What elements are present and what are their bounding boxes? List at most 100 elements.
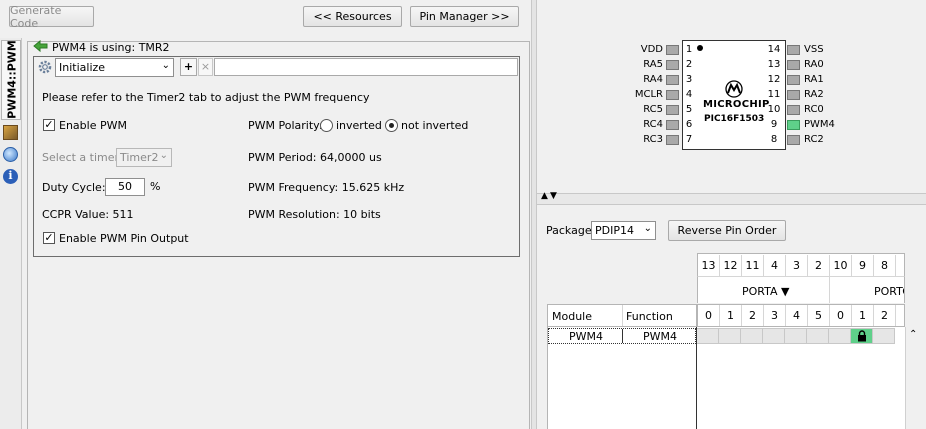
timer-select[interactable]: Timer2 ⌄ <box>116 148 172 167</box>
enable-pin-output-checkbox[interactable]: ✓ <box>43 232 55 244</box>
pin-box[interactable] <box>787 75 800 85</box>
pin-box[interactable] <box>666 60 679 70</box>
package-select[interactable]: PDIP14 ⌄ <box>591 221 656 240</box>
module-column-header: Module <box>552 310 592 323</box>
pin-number-cell: 8 <box>874 255 896 276</box>
pin-box[interactable] <box>666 90 679 100</box>
pin-label-ra1: RA1 <box>804 74 824 85</box>
polarity-not-inverted-radio[interactable] <box>385 119 398 132</box>
resources-button[interactable]: << Resources <box>303 6 402 27</box>
duty-cycle-unit: % <box>150 180 161 193</box>
ccpr-value: CCPR Value: 511 <box>42 208 134 221</box>
timer-select-label: Select a timer: <box>42 151 123 164</box>
pin-box[interactable] <box>787 60 800 70</box>
module-table-header: Module Function <box>547 304 697 327</box>
pin-box[interactable] <box>787 90 800 100</box>
pin-cell[interactable] <box>829 328 851 344</box>
pwm-period: PWM Period: 64,0000 us <box>248 151 382 164</box>
pin-box[interactable] <box>787 120 800 130</box>
pin-box[interactable] <box>787 45 800 55</box>
porta-header[interactable]: PORTA ▼ <box>742 285 789 298</box>
pin-number: 12 <box>767 74 781 85</box>
collapse-down-icon[interactable]: ▼ <box>550 191 557 201</box>
row-module: PWM4 <box>569 330 603 343</box>
polarity-inverted-label: inverted <box>336 119 382 132</box>
bit-cell: 3 <box>764 305 786 326</box>
add-button[interactable]: + <box>180 58 197 76</box>
pin-cell[interactable] <box>719 328 741 344</box>
package-label: Package <box>546 224 592 237</box>
duty-cycle-input[interactable]: 50 <box>105 178 145 196</box>
vertical-scrollbar[interactable]: ⌃ <box>905 327 922 429</box>
pin-number: 1 <box>685 44 693 55</box>
pin-number: 2 <box>685 59 693 70</box>
lock-icon <box>857 330 867 344</box>
pin-cell[interactable] <box>763 328 785 344</box>
back-arrow-icon[interactable] <box>33 39 49 53</box>
enable-pwm-checkbox[interactable]: ✓ <box>43 119 55 131</box>
chip-part-number: PIC16F1503 <box>704 114 765 124</box>
pin-cell[interactable] <box>741 328 763 344</box>
locked-pin-cell[interactable] <box>851 328 873 344</box>
pin-box[interactable] <box>787 135 800 145</box>
collapse-up-icon[interactable]: ▲ <box>541 191 548 201</box>
info-icon[interactable]: i <box>3 169 18 184</box>
pin-label-ra5: RA5 <box>643 59 663 70</box>
pin-box[interactable] <box>666 135 679 145</box>
pin-number-cell: 3 <box>786 255 808 276</box>
chip-logo-text: MICROCHIP <box>703 99 770 110</box>
bit-cell: 0 <box>698 305 720 326</box>
bit-cell: 5 <box>808 305 830 326</box>
bit-cell: 1 <box>720 305 742 326</box>
pwm-resolution: PWM Resolution: 10 bits <box>248 208 381 221</box>
side-tab-pwm4[interactable]: PWM4::PWM <box>1 40 21 120</box>
pin-cell[interactable] <box>785 328 807 344</box>
remove-button[interactable]: × <box>198 58 213 76</box>
pin-box[interactable] <box>666 75 679 85</box>
pin-number: 7 <box>685 134 693 145</box>
bit-cell: 4 <box>786 305 808 326</box>
port-divider <box>829 277 830 303</box>
package-select-value: PDIP14 <box>595 224 634 237</box>
polarity-not-inverted-label: not inverted <box>401 119 469 132</box>
pin-number: 11 <box>767 89 781 100</box>
pin-label-rc5: RC5 <box>643 104 663 115</box>
pane-toggle[interactable]: ▲ ▼ <box>537 191 926 205</box>
pin-cell[interactable] <box>697 328 719 344</box>
bit-cell: 2 <box>742 305 764 326</box>
pin-number-cell: 2 <box>808 255 830 276</box>
pin-number: 3 <box>685 74 693 85</box>
pin-number: 4 <box>685 89 693 100</box>
pin-label-rc3: RC3 <box>643 134 663 145</box>
init-name-field[interactable] <box>214 58 518 76</box>
gear-icon <box>37 59 53 75</box>
reverse-pin-order-button[interactable]: Reverse Pin Order <box>668 220 786 241</box>
generate-code-button[interactable]: Generate Code <box>9 4 94 30</box>
pin-box[interactable] <box>666 120 679 130</box>
pin-number: 14 <box>767 44 781 55</box>
scroll-up-icon[interactable]: ⌃ <box>909 329 917 340</box>
column-divider <box>622 329 623 343</box>
globe-icon[interactable] <box>3 147 18 162</box>
pin-manager-button[interactable]: Pin Manager >> <box>410 6 519 27</box>
pin-label-rc0: RC0 <box>804 104 824 115</box>
pin-number-header: 13 12 11 4 3 2 10 9 8 <box>697 253 905 276</box>
function-column-header: Function <box>626 310 673 323</box>
pin-label-ra0: RA0 <box>804 59 824 70</box>
pin-number: 5 <box>685 104 693 115</box>
chevron-down-icon: ⌄ <box>643 223 652 234</box>
pwm-timer-usage: PWM4 is using: TMR2 <box>52 41 170 54</box>
init-select[interactable]: Initialize ⌄ <box>55 58 174 77</box>
pin-box[interactable] <box>787 105 800 115</box>
pin-cell[interactable] <box>807 328 829 344</box>
table-row[interactable]: PWM4 PWM4 <box>548 328 696 344</box>
polarity-inverted-radio[interactable] <box>320 119 333 132</box>
pin-label-mclr: MCLR <box>634 89 663 100</box>
side-tab-label: PWM4::PWM <box>5 40 19 119</box>
pin-box[interactable] <box>666 105 679 115</box>
portc-header[interactable]: PORTC <box>874 285 904 298</box>
pin-box[interactable] <box>666 45 679 55</box>
pin-cell[interactable] <box>873 328 895 344</box>
resource-icon[interactable] <box>3 125 18 140</box>
microchip-logo-icon <box>724 80 744 98</box>
